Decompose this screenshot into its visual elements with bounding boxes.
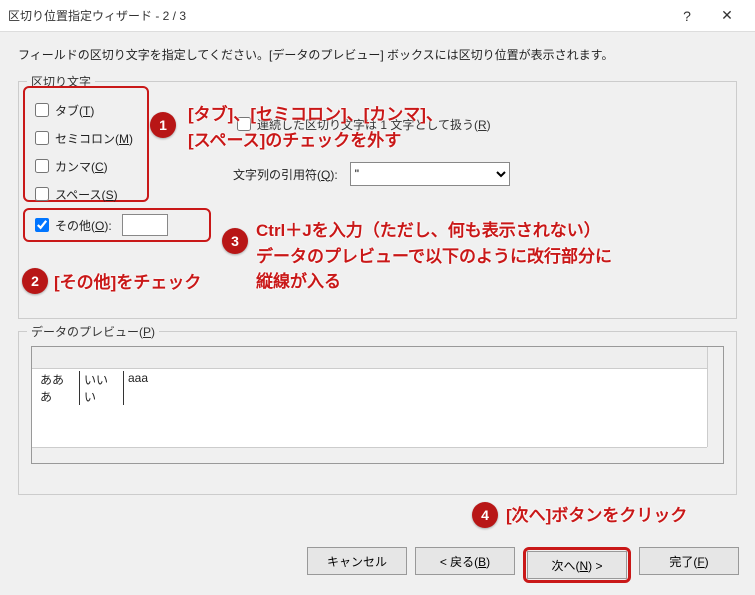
annotation-badge-3: 3 (222, 228, 248, 254)
other-delimiter-input[interactable] (122, 214, 168, 236)
delimiter-checkboxes-highlight: タブ(T) セミコロン(M) カンマ(C) スペース(S) (23, 86, 149, 202)
preview-cell-1: あああ (36, 371, 80, 405)
checkbox-semicolon[interactable]: セミコロン(M) (31, 128, 141, 148)
other-delimiter-highlight: その他(O): (23, 208, 211, 242)
checkbox-other[interactable]: その他(O): (31, 215, 112, 235)
annotation-text-3: Ctrl＋Jを入力（ただし、何も表示されない） データのプレビューで以下のように… (256, 218, 612, 295)
annotation-text-2: [その他]をチェック (54, 270, 201, 296)
preview-row: あああ いいい aaa (32, 369, 723, 407)
preview-group: データのプレビュー(P) あああ いいい aaa (18, 331, 737, 495)
next-button-highlight: 次へ(N) > (523, 547, 631, 583)
checkbox-space-label: スペース(S) (55, 186, 118, 203)
checkbox-space-input[interactable] (35, 187, 49, 201)
next-button[interactable]: 次へ(N) > (527, 551, 627, 579)
text-qualifier-row: 文字列の引用符(Q): " (233, 162, 713, 186)
checkbox-comma-label: カンマ(C) (55, 158, 108, 175)
checkbox-tab-label: タブ(T) (55, 102, 94, 119)
checkbox-space[interactable]: スペース(S) (31, 184, 141, 204)
annotation-text-4: [次へ]ボタンをクリック (506, 503, 687, 529)
checkbox-comma-input[interactable] (35, 159, 49, 173)
finish-button[interactable]: 完了(F) (639, 547, 739, 575)
cancel-button[interactable]: キャンセル (307, 547, 407, 575)
text-qualifier-label: 文字列の引用符(Q): (233, 166, 338, 183)
scrollbar-vertical[interactable] (707, 347, 723, 447)
title-bar: 区切り位置指定ウィザード - 2 / 3 ? ✕ (0, 0, 755, 32)
annotation-badge-2: 2 (22, 268, 48, 294)
instruction-text: フィールドの区切り文字を指定してください。[データのプレビュー] ボックスには区… (18, 46, 737, 63)
annotation-badge-4: 4 (472, 502, 498, 528)
checkbox-other-label: その他(O): (55, 217, 112, 234)
scrollbar-corner (707, 447, 723, 463)
preview-cell-3: aaa (124, 371, 719, 405)
scrollbar-horizontal[interactable] (32, 447, 707, 463)
preview-group-title: データのプレビュー(P) (27, 323, 159, 340)
dialog-buttons: キャンセル < 戻る(B) 次へ(N) > 完了(F) (307, 547, 739, 583)
annotation-badge-1: 1 (150, 112, 176, 138)
checkbox-semicolon-input[interactable] (35, 131, 49, 145)
close-button[interactable]: ✕ (707, 7, 747, 24)
preview-cell-2: いいい (80, 371, 124, 405)
window-title: 区切り位置指定ウィザード - 2 / 3 (8, 7, 667, 24)
checkbox-tab-input[interactable] (35, 103, 49, 117)
annotation-text-1: [タブ]、[セミコロン]、[カンマ]、 [スペース]のチェックを外す (188, 102, 443, 153)
checkbox-tab[interactable]: タブ(T) (31, 100, 141, 120)
preview-box: あああ いいい aaa (31, 346, 724, 464)
checkbox-other-input[interactable] (35, 218, 49, 232)
back-button[interactable]: < 戻る(B) (415, 547, 515, 575)
preview-header (32, 347, 723, 369)
checkbox-semicolon-label: セミコロン(M) (55, 130, 133, 147)
help-button[interactable]: ? (667, 8, 707, 24)
text-qualifier-select[interactable]: " (350, 162, 510, 186)
checkbox-comma[interactable]: カンマ(C) (31, 156, 141, 176)
